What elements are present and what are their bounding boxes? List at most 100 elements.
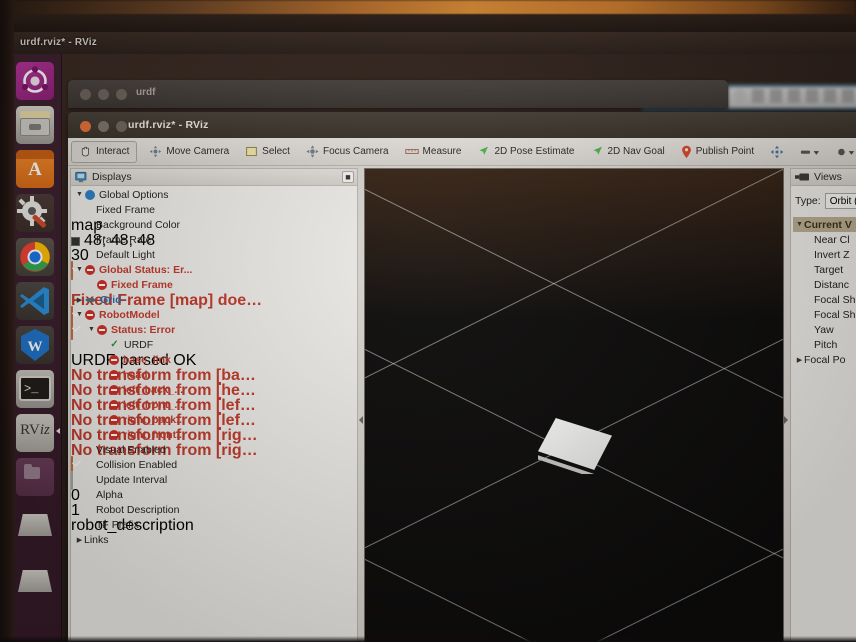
move-camera-icon: [150, 145, 162, 158]
toolbar-button-focus-camera[interactable]: Focus Camera: [298, 141, 397, 163]
views-tree-row[interactable]: ▼ Current V: [793, 217, 856, 232]
launcher-rviz-icon[interactable]: RViz: [16, 414, 54, 452]
display-tree-row[interactable]: Background Color 48; 48; 48: [71, 217, 357, 249]
global-options-icon: [85, 189, 95, 200]
dot-dropdown-icon: [838, 148, 855, 155]
display-tree-row[interactable]: Frame Rate 30: [71, 232, 357, 265]
views-tree-row[interactable]: ▶ Focal Po: [793, 352, 856, 367]
rviz-close-button[interactable]: [80, 121, 91, 132]
display-row-label: Global Status: Er...: [99, 263, 193, 276]
views-row-label: Focal Po: [804, 353, 846, 366]
launcher-archive-icon[interactable]: [16, 458, 54, 496]
display-tree-row[interactable]: ✓ URDF URDF parsed OK: [71, 337, 357, 370]
rviz-minimize-button[interactable]: [98, 121, 109, 132]
launcher-trash-icon[interactable]: [16, 562, 54, 600]
display-tree-row[interactable]: Alpha 1: [71, 487, 357, 520]
display-tree-row[interactable]: left_back_... No transform from [lef…: [71, 382, 357, 415]
panel-splitter-left[interactable]: [359, 406, 364, 434]
views-tree[interactable]: ▼ Current V Near Cl Invert Z Target Distanc Fo…: [793, 217, 856, 367]
rviz-maximize-button[interactable]: [116, 121, 127, 132]
toolbar-label-move-camera: Move Camera: [166, 146, 230, 157]
views-tree-row[interactable]: Distanc: [793, 277, 856, 292]
display-row-label: head: [123, 368, 148, 381]
display-tree-row[interactable]: Visual Enabled: [71, 442, 357, 475]
views-type-dropdown[interactable]: Orbit (: [824, 193, 856, 209]
views-tree-row[interactable]: Invert Z: [793, 247, 856, 262]
launcher-terminal-icon[interactable]: >_: [16, 370, 54, 408]
toolbar-button-minus-dropdown[interactable]: [792, 141, 828, 163]
display-tree-row[interactable]: Fixed Frame map: [71, 202, 357, 235]
3d-viewport[interactable]: https://blog.csdn.net/amnesiagreen: [364, 168, 784, 642]
display-tree-row[interactable]: Update Interval 0: [71, 472, 357, 505]
rviz-titlebar[interactable]: urdf.rviz* - RViz: [68, 112, 856, 138]
displays-tree[interactable]: ▼ Global Options Fixed Frame map Background …: [71, 187, 357, 642]
views-tree-row[interactable]: Near Cl: [793, 232, 856, 247]
launcher-workspace-switcher-icon[interactable]: [16, 506, 54, 544]
toolbar-button-measure[interactable]: Measure: [397, 141, 470, 163]
tree-expander-icon[interactable]: ▼: [75, 311, 84, 318]
launcher-vscode-icon[interactable]: [16, 282, 54, 320]
toolbar-button-move-camera[interactable]: Move Camera: [141, 141, 237, 163]
views-tree-row[interactable]: Yaw: [793, 322, 856, 337]
bg-minimize-button[interactable]: [98, 89, 109, 100]
display-tree-row[interactable]: TF Prefix: [71, 517, 357, 532]
tree-expander-icon[interactable]: ▼: [795, 221, 804, 228]
views-row-label: Distanc: [814, 278, 850, 291]
display-tree-row[interactable]: ▶ Grid: [71, 292, 357, 325]
displays-panel-close-button[interactable]: ■: [342, 171, 354, 183]
display-row-label: Default Light: [96, 248, 155, 261]
display-row-label: Alpha: [96, 488, 123, 501]
launcher-ubuntu-dash-icon[interactable]: [16, 62, 54, 100]
panel-splitter-right[interactable]: [784, 406, 789, 434]
display-tree-row[interactable]: Fixed Frame Fixed Frame [map] doe…: [71, 277, 357, 310]
toolbar-button-2d-nav-goal[interactable]: 2D Nav Goal: [583, 141, 673, 163]
toolbar-button-dot-dropdown[interactable]: [828, 141, 856, 163]
display-tree-row[interactable]: ▼ Global Status: Er...: [71, 262, 357, 277]
display-tree-row[interactable]: ▼ Global Options: [71, 187, 357, 202]
display-row-label: URDF: [124, 338, 154, 351]
display-tree-row[interactable]: ▶ Links: [71, 532, 357, 547]
display-tree-row[interactable]: left_front_... No transform from [lef…: [71, 397, 357, 430]
svg-text:W: W: [28, 339, 43, 355]
launcher-files-icon[interactable]: [16, 106, 54, 144]
display-tree-row[interactable]: Default Light: [71, 247, 357, 280]
display-tree-row[interactable]: ▼ RobotModel: [71, 307, 357, 340]
background-window-urdf[interactable]: urdf: [68, 80, 728, 108]
display-tree-row[interactable]: Robot Description robot_description: [71, 502, 357, 535]
display-tree-row[interactable]: ▼ Status: Error: [71, 322, 357, 337]
launcher-system-settings-icon[interactable]: [16, 194, 54, 232]
launcher-google-chrome-icon[interactable]: [16, 238, 54, 276]
display-tree-row[interactable]: right_back... No transform from [rig…: [71, 412, 357, 445]
views-tree-row[interactable]: Focal Sh: [793, 307, 856, 322]
toolbar-button-publish-point[interactable]: Publish Point: [673, 141, 762, 163]
launcher-wps-writer-icon[interactable]: W: [16, 326, 54, 364]
unity-launcher[interactable]: A W >_ RViz: [6, 54, 62, 642]
launcher-amazon-icon[interactable]: A: [16, 150, 54, 188]
views-tree-row[interactable]: Target: [793, 262, 856, 277]
toolbar-button-select[interactable]: Select: [237, 141, 298, 163]
bg-close-button[interactable]: [80, 89, 91, 100]
bg-window-title: urdf: [136, 87, 156, 98]
tree-expander-icon[interactable]: ▼: [87, 326, 96, 333]
rviz-window-title: urdf.rviz* - RViz: [128, 119, 209, 131]
display-row-label: Grid: [100, 293, 122, 306]
display-tree-row[interactable]: right_front... No transform from [rig…: [71, 427, 357, 460]
tree-expander-icon[interactable]: ▼: [75, 266, 84, 273]
views-tree-row[interactable]: Focal Sh: [793, 292, 856, 307]
display-tree-row[interactable]: base_link No transform from [ba…: [71, 352, 357, 385]
toolbar-button-move-tool[interactable]: [762, 141, 792, 163]
toolbar-label-interact: Interact: [96, 146, 130, 157]
tree-expander-icon[interactable]: ▶: [75, 536, 84, 544]
display-tree-row[interactable]: Collision Enabled: [71, 457, 357, 490]
error-icon: [109, 429, 119, 440]
toolbar-button-2d-pose-estimate[interactable]: 2D Pose Estimate: [469, 141, 582, 163]
display-tree-row[interactable]: head No transform from [he…: [71, 367, 357, 400]
tree-expander-icon[interactable]: ▶: [75, 296, 84, 304]
hand-icon: [81, 146, 89, 157]
views-tree-row[interactable]: Pitch: [793, 337, 856, 352]
tree-expander-icon[interactable]: ▶: [795, 356, 804, 364]
tree-expander-icon[interactable]: ▼: [75, 191, 84, 198]
rviz-toolbar[interactable]: Interact Move Camera Select Focus Camera…: [68, 138, 856, 166]
toolbar-button-interact[interactable]: Interact: [71, 140, 138, 163]
bg-maximize-button[interactable]: [116, 89, 127, 100]
